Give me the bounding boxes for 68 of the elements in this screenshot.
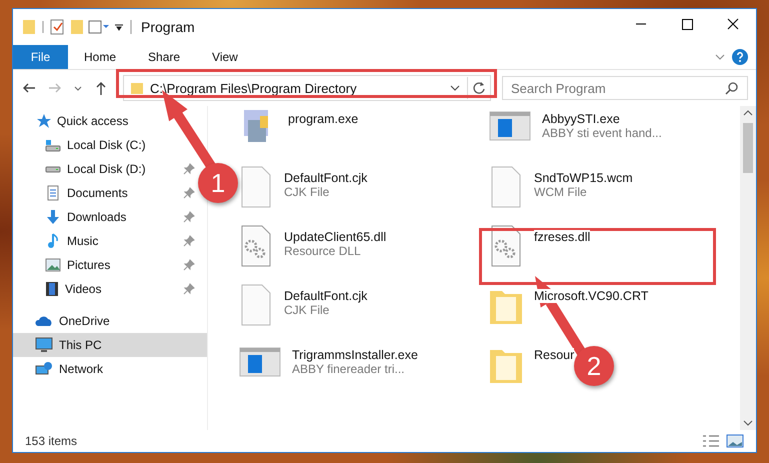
file-name: SndToWP15.wcm bbox=[534, 171, 633, 185]
file-item[interactable]: DefaultFont.cjk CJK File bbox=[238, 165, 368, 209]
file-name: DefaultFont.cjk bbox=[284, 289, 368, 303]
file-name: DefaultFont.cjk bbox=[284, 171, 368, 185]
file-item[interactable]: Resour bbox=[488, 342, 574, 386]
network-icon bbox=[35, 361, 53, 377]
nav-item[interactable]: This PC bbox=[13, 333, 207, 357]
file-type: Resource DLL bbox=[284, 244, 362, 258]
file-type: ABBY sti event hand... bbox=[542, 126, 662, 140]
pin-icon[interactable] bbox=[183, 163, 195, 175]
file-name: Microsoft.VC90.CRT bbox=[534, 289, 648, 303]
pin-icon[interactable] bbox=[183, 283, 195, 295]
file-name: TrigrammsInstaller.exe bbox=[292, 348, 418, 362]
window-title: Program bbox=[141, 19, 195, 35]
file-item[interactable]: UpdateClient65.dll Resource DLL bbox=[238, 224, 386, 268]
scroll-down-icon[interactable] bbox=[743, 419, 753, 427]
nav-item[interactable]: OneDrive bbox=[13, 309, 207, 333]
file-item[interactable]: TrigrammsInstaller.exe ABBY finereader tri... bbox=[238, 342, 418, 382]
document-icon bbox=[45, 185, 61, 201]
scrollbar[interactable] bbox=[740, 106, 756, 430]
quick-access-toolbar-icons[interactable] bbox=[21, 17, 133, 37]
folder-icon bbox=[130, 81, 144, 95]
drive-icon bbox=[45, 166, 61, 172]
file-type: CJK File bbox=[284, 185, 330, 199]
ribbon-tab[interactable]: File bbox=[13, 45, 68, 69]
nav-item[interactable]: Videos bbox=[45, 279, 102, 299]
item-count: 153 items bbox=[25, 434, 78, 448]
film-strip-icon bbox=[45, 281, 59, 297]
file-type: WCM File bbox=[534, 185, 588, 199]
file-type: CJK File bbox=[284, 303, 330, 317]
details-view-icon[interactable] bbox=[702, 434, 720, 448]
help-icon[interactable] bbox=[732, 49, 748, 65]
file-item[interactable]: fzreses.dll bbox=[488, 224, 590, 268]
file-type: ABBY finereader tri... bbox=[292, 362, 406, 376]
file-item[interactable]: AbbyySTI.exe ABBY sti event hand... bbox=[488, 106, 662, 146]
nav-item[interactable]: Music bbox=[45, 231, 98, 251]
file-item[interactable]: SndToWP15.wcm WCM File bbox=[488, 165, 633, 209]
download-arrow-icon bbox=[45, 209, 61, 225]
file-name: Resour bbox=[534, 348, 574, 362]
file-name: fzreses.dll bbox=[534, 230, 590, 244]
file-item[interactable]: DefaultFont.cjk CJK File bbox=[238, 283, 368, 327]
file-item[interactable]: program.exe bbox=[238, 106, 358, 146]
monitor-icon bbox=[35, 337, 53, 353]
pin-icon[interactable] bbox=[183, 211, 195, 223]
nav-item[interactable]: Local Disk (D:) bbox=[45, 159, 146, 179]
nav-item[interactable]: Quick access bbox=[13, 109, 207, 133]
pin-icon[interactable] bbox=[183, 235, 195, 247]
pin-icon[interactable] bbox=[183, 187, 195, 199]
scroll-thumb[interactable] bbox=[743, 123, 753, 173]
ribbon-tab[interactable]: Home bbox=[68, 45, 132, 69]
ribbon-tab[interactable]: Share bbox=[132, 45, 196, 69]
drive-icon bbox=[45, 138, 61, 152]
nav-item[interactable]: Pictures bbox=[45, 255, 110, 275]
file-name: UpdateClient65.dll bbox=[284, 230, 386, 244]
ribbon-tab[interactable]: View bbox=[196, 45, 254, 69]
nav-item[interactable]: Downloads bbox=[45, 207, 126, 227]
cloud-icon bbox=[35, 315, 53, 327]
nav-item[interactable]: Local Disk (C:) bbox=[45, 135, 146, 155]
landscape-picture-icon bbox=[45, 258, 61, 272]
pin-icon[interactable] bbox=[183, 259, 195, 271]
file-item[interactable]: Microsoft.VC90.CRT bbox=[488, 283, 648, 327]
scroll-up-icon[interactable] bbox=[743, 109, 753, 117]
nav-item[interactable]: Documents bbox=[45, 183, 128, 203]
music-note-icon bbox=[45, 233, 61, 249]
star-icon bbox=[35, 113, 51, 129]
nav-item[interactable]: Network bbox=[13, 357, 207, 381]
large-icons-view-icon[interactable] bbox=[726, 434, 744, 448]
address-field[interactable]: C:\Program Files\Program Directory bbox=[123, 75, 491, 101]
